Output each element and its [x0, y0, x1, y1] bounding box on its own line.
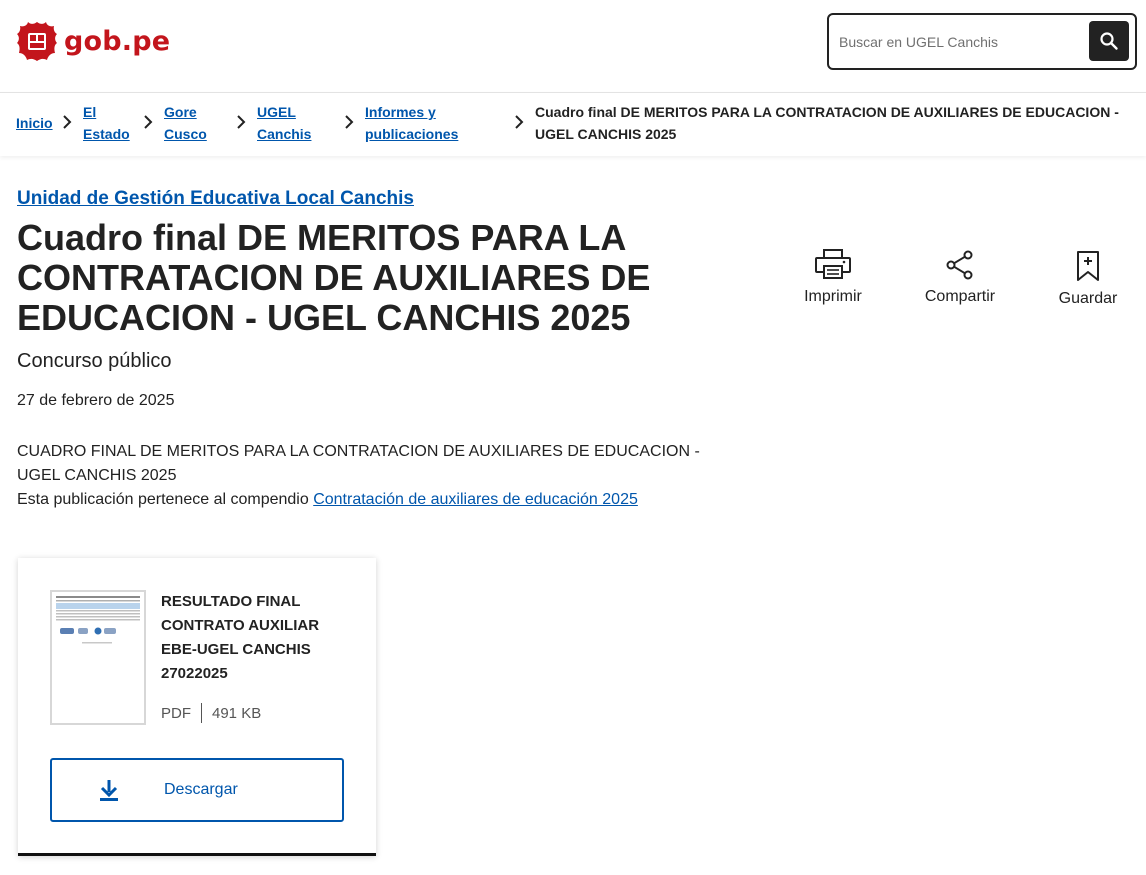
- site-header: gob.pe: [0, 0, 1146, 92]
- bookmark-add-icon: [1077, 251, 1099, 281]
- chevron-right-icon: [515, 115, 524, 129]
- document-meta: PDF 491 KB: [161, 703, 261, 723]
- chevron-right-icon: [144, 115, 153, 129]
- breadcrumb-informes-line2: publicaciones: [365, 126, 459, 142]
- search-button[interactable]: [1089, 21, 1129, 61]
- document-format: PDF: [161, 704, 191, 722]
- breadcrumb: Inicio El Estado Gore Cusco UGEL Canchis…: [0, 92, 1146, 156]
- chevron-right-icon: [63, 115, 72, 129]
- publication-type: Concurso público: [17, 350, 172, 372]
- share-label: Compartir: [924, 288, 996, 305]
- publication-description: CUADRO FINAL DE MERITOS PARA LA CONTRATA…: [17, 443, 700, 484]
- page-title: Cuadro final DE MERITOS PARA LA CONTRATA…: [17, 217, 651, 338]
- search-box: [827, 13, 1137, 70]
- document-thumbnail[interactable]: [50, 590, 146, 725]
- printer-icon: [815, 249, 851, 279]
- breadcrumb-current: Cuadro final DE MERITOS PARA LA CONTRATA…: [535, 104, 1119, 142]
- compendio-note: Esta publicación pertenece al compendio …: [17, 488, 638, 512]
- breadcrumb-ugel-canchis[interactable]: UGEL Canchis: [257, 101, 311, 145]
- breadcrumb-inicio-label: Inicio: [16, 115, 53, 131]
- download-label: Descargar: [164, 781, 238, 798]
- breadcrumb-ugel-canchis-line1: UGEL: [257, 104, 296, 120]
- breadcrumb-el-estado-line2: Estado: [83, 126, 130, 142]
- print-button[interactable]: Imprimir: [788, 248, 878, 306]
- organization-link[interactable]: Unidad de Gestión Educativa Local Canchi…: [17, 188, 414, 210]
- gobpe-logo[interactable]: gob.pe: [16, 20, 170, 62]
- breadcrumb-el-estado[interactable]: El Estado: [83, 101, 130, 145]
- breadcrumb-informes-line1: Informes y: [365, 104, 436, 120]
- chevron-right-icon: [345, 115, 354, 129]
- breadcrumb-ugel-canchis-line2: Canchis: [257, 126, 312, 142]
- search-input[interactable]: [839, 28, 1079, 56]
- compendio-link[interactable]: Contratación de auxiliares de educación …: [313, 491, 638, 508]
- save-button[interactable]: Guardar: [1043, 250, 1133, 308]
- share-icon: [946, 250, 973, 280]
- chevron-right-icon: [237, 115, 246, 129]
- logo-text: gob.pe: [64, 25, 171, 57]
- document-preview-image: [52, 592, 144, 723]
- breadcrumb-gore-cusco[interactable]: Gore Cusco: [164, 101, 207, 145]
- download-button[interactable]: Descargar: [50, 758, 344, 822]
- breadcrumb-gore-cusco-line2: Cusco: [164, 126, 207, 142]
- breadcrumb-gore-cusco-line1: Gore: [164, 104, 197, 120]
- peru-coat-of-arms-icon: [17, 22, 57, 61]
- share-button[interactable]: Compartir: [915, 250, 1005, 306]
- print-label: Imprimir: [804, 288, 862, 305]
- download-icon: [100, 780, 118, 801]
- document-size: 491 KB: [212, 704, 262, 722]
- save-label: Guardar: [1058, 290, 1118, 307]
- breadcrumb-inicio[interactable]: Inicio: [16, 112, 53, 134]
- publication-date: 27 de febrero de 2025: [17, 392, 175, 409]
- meta-divider: [201, 703, 202, 723]
- breadcrumb-el-estado-line1: El: [83, 104, 97, 120]
- document-card: RESULTADO FINAL CONTRATO AUXILIAR EBE-UG…: [18, 558, 376, 856]
- document-title: RESULTADO FINAL CONTRATO AUXILIAR EBE-UG…: [161, 593, 320, 682]
- breadcrumb-informes[interactable]: Informes y publicaciones: [365, 101, 458, 145]
- search-icon: [1100, 32, 1118, 50]
- compendio-prefix: Esta publicación pertenece al compendio: [17, 491, 309, 508]
